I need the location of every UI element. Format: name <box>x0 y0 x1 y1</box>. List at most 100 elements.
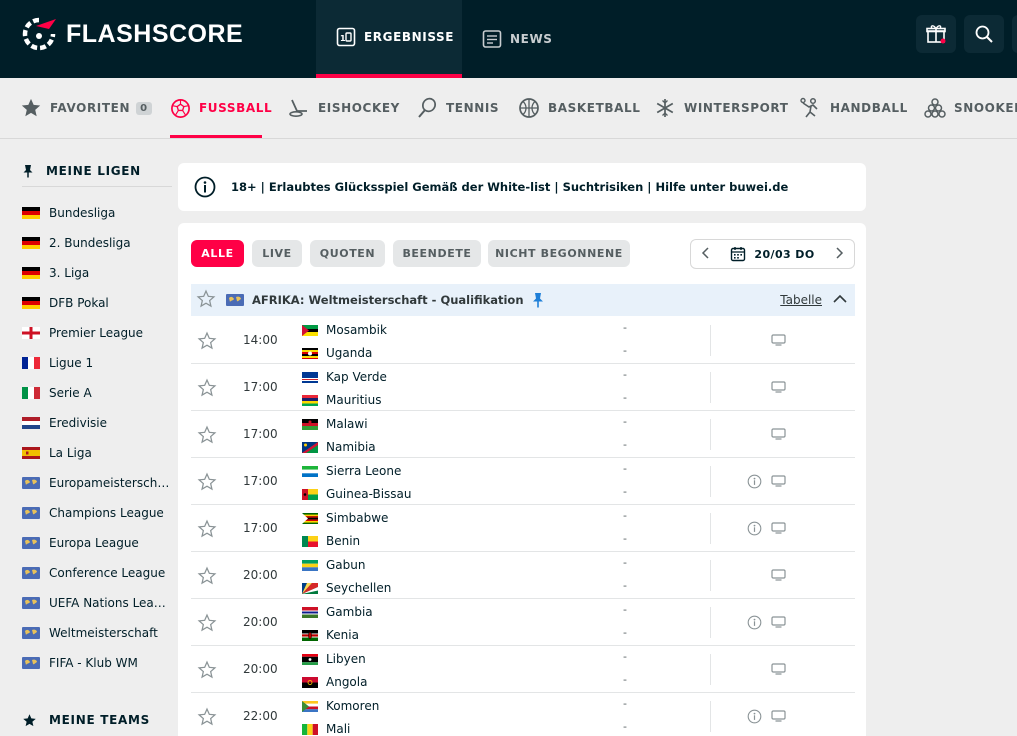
sport-basketball[interactable]: BASKETBALL <box>518 78 640 138</box>
match-favorite-star-icon[interactable] <box>197 707 217 730</box>
away-score: - <box>623 344 627 357</box>
home-team-name: Gambia <box>326 605 373 619</box>
gift-icon <box>926 25 946 44</box>
sidebar-league-item[interactable]: La Liga <box>22 438 170 468</box>
away-team: Mauritius <box>302 390 381 410</box>
filter-beendete[interactable]: BEENDETE <box>393 240 481 267</box>
sidebar-league-label: 2. Bundesliga <box>49 236 131 250</box>
sport-snooker-label: SNOOKER <box>954 101 1017 115</box>
standings-link[interactable]: Tabelle <box>780 293 822 307</box>
match-favorite-star-icon[interactable] <box>197 331 217 354</box>
sport-tennis-label: TENNIS <box>446 101 500 115</box>
match-info-icon[interactable] <box>747 709 762 727</box>
sidebar-league-item[interactable]: Conference League <box>22 558 170 588</box>
sidebar-league-item[interactable]: Champions League <box>22 498 170 528</box>
match-favorite-star-icon[interactable] <box>197 378 217 401</box>
tv-icon[interactable] <box>771 475 786 490</box>
filter-alle[interactable]: ALLE <box>191 240 244 267</box>
match-row[interactable]: 20:00 Gambia Kenia - - <box>191 599 855 646</box>
tv-icon[interactable] <box>771 428 786 443</box>
my-teams-heading: MEINE TEAMS <box>22 706 150 734</box>
sport-basketball-label: BASKETBALL <box>548 101 641 115</box>
collapse-chevron-up-icon[interactable] <box>833 293 847 308</box>
match-row[interactable]: 14:00 Mosambik Uganda - - <box>191 317 855 364</box>
flashscore-logo[interactable]: FLASHSCORE <box>22 17 243 51</box>
sidebar-league-item[interactable]: 3. Liga <box>22 258 170 288</box>
away-score: - <box>623 626 627 639</box>
match-row[interactable]: 17:00 Simbabwe Benin - - <box>191 505 855 552</box>
sport-tennis[interactable]: TENNIS <box>416 78 499 138</box>
flag-icon <box>22 237 40 249</box>
match-favorite-star-icon[interactable] <box>197 472 217 495</box>
column-divider <box>710 466 711 497</box>
tv-icon[interactable] <box>771 663 786 678</box>
league-name[interactable]: AFRIKA: Weltmeisterschaft - Qualifikatio… <box>252 293 524 307</box>
filter-nicht-begonnene[interactable]: NICHT BEGONNENE <box>488 240 630 267</box>
match-row[interactable]: 17:00 Sierra Leone Guinea-Bissau - - <box>191 458 855 505</box>
search-button[interactable] <box>964 15 1004 53</box>
sport-eishockey[interactable]: EISHOCKEY <box>288 78 400 138</box>
scoreboard-icon: 1 <box>336 27 356 47</box>
match-favorite-star-icon[interactable] <box>197 566 217 589</box>
sport-handball[interactable]: HANDBALL <box>800 78 908 138</box>
league-favorite-star-icon[interactable] <box>196 289 216 312</box>
filter-quoten[interactable]: QUOTEN <box>310 240 385 267</box>
match-info-icon[interactable] <box>747 615 762 633</box>
match-row[interactable]: 20:00 Libyen Angola - - <box>191 646 855 693</box>
sidebar-league-item[interactable]: Bundesliga <box>22 198 170 228</box>
sidebar-league-item[interactable]: DFB Pokal <box>22 288 170 318</box>
tv-icon[interactable] <box>771 334 786 349</box>
sport-snooker[interactable]: SNOOKER <box>924 78 1017 138</box>
league-pin-icon[interactable] <box>532 292 544 308</box>
home-team: Libyen <box>302 649 366 669</box>
gift-button[interactable] <box>916 15 956 53</box>
next-day-button[interactable] <box>834 246 844 262</box>
tv-icon[interactable] <box>771 522 786 537</box>
sidebar-league-item[interactable]: Weltmeisterschaft <box>22 618 170 648</box>
match-favorite-star-icon[interactable] <box>197 519 217 542</box>
team-flag-icon <box>302 535 318 547</box>
sidebar-league-item[interactable]: Serie A <box>22 378 170 408</box>
away-score: - <box>623 579 627 592</box>
sidebar-league-item[interactable]: Europa League <box>22 528 170 558</box>
sidebar-league-item[interactable]: Eredivisie <box>22 408 170 438</box>
sport-wintersport[interactable]: WINTERSPORT <box>654 78 789 138</box>
match-row[interactable]: 22:00 Komoren Mali - - <box>191 693 855 736</box>
home-score: - <box>623 321 627 334</box>
sport-fussball[interactable]: FUSSBALL <box>170 78 272 138</box>
date-display[interactable]: 20/03 DO <box>730 246 814 262</box>
away-score: - <box>623 485 627 498</box>
filter-live[interactable]: LIVE <box>252 240 302 267</box>
match-favorite-star-icon[interactable] <box>197 660 217 683</box>
match-favorite-star-icon[interactable] <box>197 613 217 636</box>
sidebar-league-item[interactable]: Ligue 1 <box>22 348 170 378</box>
tv-icon[interactable] <box>771 616 786 631</box>
flag-icon <box>22 477 40 489</box>
home-team-name: Kap Verde <box>326 370 387 384</box>
menu-button[interactable] <box>1012 15 1017 53</box>
sidebar-league-item[interactable]: Europameisterschaft <box>22 468 170 498</box>
sidebar-league-item[interactable]: UEFA Nations League <box>22 588 170 618</box>
flag-icon <box>22 267 40 279</box>
sidebar-league-item[interactable]: 2. Bundesliga <box>22 228 170 258</box>
prev-day-button[interactable] <box>701 246 711 262</box>
match-info-icon[interactable] <box>747 474 762 492</box>
nav-ergebnisse[interactable]: 1 ERGEBNISSE <box>316 0 462 78</box>
sport-favoriten[interactable]: FAVORITEN 0 <box>20 78 152 138</box>
match-row[interactable]: 17:00 Kap Verde Mauritius - - <box>191 364 855 411</box>
team-flag-icon <box>302 324 318 336</box>
match-info-icon[interactable] <box>747 521 762 539</box>
star-icon <box>22 713 37 728</box>
sidebar-league-item[interactable]: FIFA - Klub WM <box>22 648 170 678</box>
tv-icon[interactable] <box>771 381 786 396</box>
tv-icon[interactable] <box>771 569 786 584</box>
flag-icon <box>22 387 40 399</box>
sidebar-league-item[interactable]: Premier League <box>22 318 170 348</box>
tv-icon[interactable] <box>771 710 786 725</box>
league-header: AFRIKA: Weltmeisterschaft - Qualifikatio… <box>191 284 855 316</box>
nav-news[interactable]: NEWS <box>462 0 572 78</box>
match-row[interactable]: 20:00 Gabun Seychellen - - <box>191 552 855 599</box>
match-favorite-star-icon[interactable] <box>197 425 217 448</box>
match-row[interactable]: 17:00 Malawi Namibia - - <box>191 411 855 458</box>
home-score: - <box>623 697 627 710</box>
